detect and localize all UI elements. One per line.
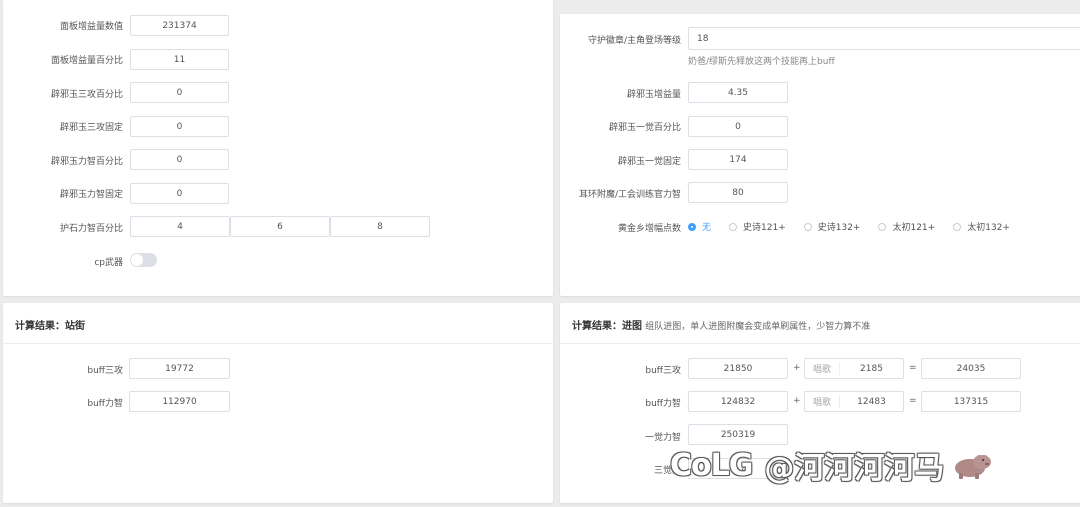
label-jade-atk-percent: 辟邪玉三攻百分比 bbox=[50, 90, 123, 100]
radio-dot bbox=[878, 222, 887, 231]
radio-dot bbox=[953, 222, 962, 231]
label-gold-amp: 黄金乡增幅点数 bbox=[617, 224, 681, 234]
radio-dot bbox=[803, 222, 812, 231]
radio-label: 史诗132+ bbox=[817, 223, 861, 233]
radio-label: 太初121+ bbox=[892, 223, 936, 233]
label-jade-awaken-percent: 辟邪玉一觉百分比 bbox=[608, 123, 681, 133]
input-stone-stat-percent-1[interactable] bbox=[130, 216, 230, 237]
output-buff-stat-base[interactable] bbox=[688, 391, 788, 412]
radio-primal-121[interactable]: 太初121+ bbox=[878, 220, 935, 233]
radio-label: 史诗121+ bbox=[743, 223, 786, 233]
label-panel-gain-percent: 面板增益量百分比 bbox=[50, 56, 123, 66]
output-buff-stat-song[interactable]: 唱歌 12483 bbox=[804, 391, 904, 412]
label-jade-stat-fixed: 辟邪玉力智固定 bbox=[59, 190, 123, 200]
input-jade-stat-fixed[interactable] bbox=[130, 183, 229, 204]
gold-amp-radio-group: 无 史诗121+ 史诗132+ 太初121+ 太初132+ bbox=[688, 220, 1028, 233]
output-buff-stat-total[interactable] bbox=[921, 391, 1021, 412]
output-buff-atk-town[interactable] bbox=[129, 358, 230, 379]
input-jade-atk-percent[interactable] bbox=[130, 82, 229, 103]
input-jade-awaken-percent[interactable] bbox=[688, 116, 788, 137]
output-awaken-stat[interactable] bbox=[688, 424, 788, 445]
song-prefix: 唱歌 bbox=[805, 362, 840, 375]
output-buff-atk-base[interactable] bbox=[688, 358, 788, 379]
label-earring-stat: 耳环附魔/工会训练官力智 bbox=[578, 190, 681, 200]
output-buff-atk-song[interactable]: 唱歌 2185 bbox=[804, 358, 904, 379]
output-buff-atk-total[interactable] bbox=[921, 358, 1021, 379]
result-dungeon-note: 组队进图，单人进图附魔会变成单刷属性，少智力算不准 bbox=[645, 322, 871, 332]
panel-buff-inputs-right: 守护徽章/主角登场等级 奶爸/缪斯先释放这两个技能再上buff 辟邪玉增益量 辟… bbox=[560, 14, 1080, 296]
equals-sign: = bbox=[909, 363, 917, 373]
label-awaken-stat: 一觉力智 bbox=[644, 433, 681, 443]
watermark-text: @河河河河马 bbox=[764, 451, 945, 486]
equals-sign: = bbox=[909, 396, 917, 406]
divider bbox=[560, 343, 1080, 344]
label-stone-stat-percent: 护石力智百分比 bbox=[59, 224, 123, 234]
label-buff-atk: buff三攻 bbox=[87, 366, 123, 376]
result-dungeon-title-text: 计算结果：进图 bbox=[572, 321, 642, 332]
radio-primal-132[interactable]: 太初132+ bbox=[953, 220, 1010, 233]
watermark: CoLG @河河河河马 bbox=[670, 443, 992, 487]
panel-buff-inputs-left: 面板增益量数值 面板增益量百分比 辟邪玉三攻百分比 辟邪玉三攻固定 辟邪玉力智百… bbox=[3, 0, 553, 296]
radio-dot bbox=[729, 222, 738, 231]
result-dungeon-title: 计算结果：进图 组队进图，单人进图附魔会变成单刷属性，少智力算不准 bbox=[572, 317, 870, 332]
song-value: 2185 bbox=[860, 363, 883, 374]
radio-epic-121[interactable]: 史诗121+ bbox=[729, 220, 786, 233]
result-town-title-text: 计算结果：站街 bbox=[15, 321, 85, 332]
label-jade-atk-fixed: 辟邪玉三攻固定 bbox=[59, 123, 123, 133]
input-jade-stat-percent[interactable] bbox=[130, 149, 229, 170]
radio-label: 无 bbox=[702, 223, 712, 233]
song-value: 12483 bbox=[857, 396, 886, 407]
label-cp-weapon: cp武器 bbox=[94, 258, 123, 268]
input-stone-stat-percent-2[interactable] bbox=[230, 216, 330, 237]
radio-label: 太初132+ bbox=[967, 223, 1010, 233]
label-jade-stat-percent: 辟邪玉力智百分比 bbox=[50, 157, 123, 167]
input-earring-stat[interactable] bbox=[688, 182, 788, 203]
label-level: 守护徽章/主角登场等级 bbox=[587, 36, 681, 46]
plus-sign: + bbox=[793, 363, 801, 373]
label-jade-gain: 辟邪玉增益量 bbox=[626, 90, 681, 100]
label-buff-stat: buff力智 bbox=[87, 399, 123, 409]
radio-dot-checked bbox=[688, 222, 696, 231]
song-prefix: 唱歌 bbox=[805, 395, 840, 408]
input-jade-atk-fixed[interactable] bbox=[130, 116, 229, 137]
label-jade-awaken-fixed: 辟邪玉一觉固定 bbox=[617, 157, 681, 167]
label-buff-stat: buff力智 bbox=[645, 399, 681, 409]
cp-weapon-toggle[interactable] bbox=[130, 253, 157, 267]
panel-result-town: 计算结果：站街 buff三攻 buff力智 bbox=[3, 303, 553, 503]
input-level[interactable] bbox=[688, 27, 1080, 50]
input-stone-stat-percent-3[interactable] bbox=[330, 216, 430, 237]
input-panel-gain-value[interactable] bbox=[130, 15, 229, 36]
colg-logo: CoLG bbox=[670, 447, 753, 483]
plus-sign: + bbox=[793, 396, 801, 406]
result-town-title: 计算结果：站街 bbox=[15, 317, 85, 332]
toggle-knob bbox=[131, 254, 143, 266]
divider bbox=[3, 343, 553, 344]
level-hint: 奶爸/缪斯先释放这两个技能再上buff bbox=[688, 57, 835, 67]
output-buff-stat-town[interactable] bbox=[129, 391, 230, 412]
label-panel-gain-value: 面板增益量数值 bbox=[59, 22, 123, 32]
label-buff-atk: buff三攻 bbox=[645, 366, 681, 376]
input-jade-gain[interactable] bbox=[688, 82, 788, 103]
radio-epic-132[interactable]: 史诗132+ bbox=[803, 220, 861, 233]
radio-none[interactable]: 无 bbox=[688, 220, 711, 233]
hippo-icon bbox=[955, 455, 992, 479]
input-panel-gain-percent[interactable] bbox=[130, 49, 229, 70]
input-jade-awaken-fixed[interactable] bbox=[688, 149, 788, 170]
